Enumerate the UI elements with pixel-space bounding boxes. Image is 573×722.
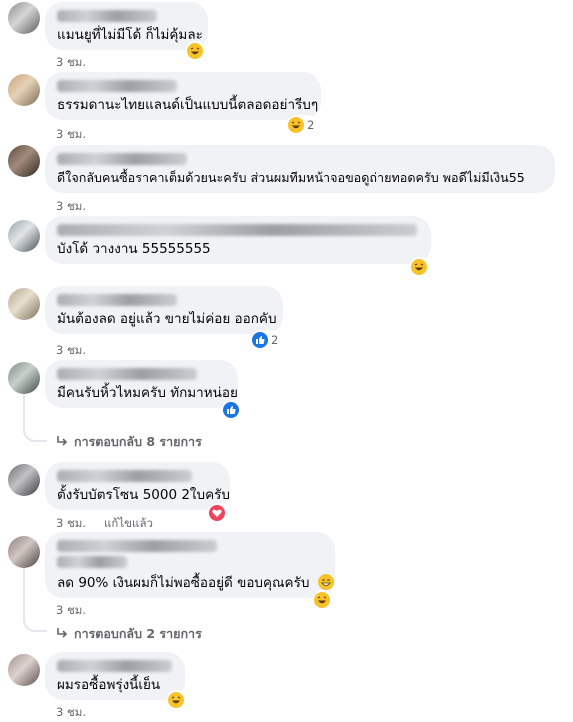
comment-8: ลด 90% เงินผมก็ไม่พอซื้ออยู่ดี ขอบคุณครั… bbox=[0, 530, 573, 648]
haha-icon bbox=[187, 43, 203, 59]
comment-bubble: บังโด้ วางงาน 55555555 bbox=[45, 216, 431, 264]
view-replies-link[interactable]: การตอบกลับ 8 รายการ bbox=[56, 432, 202, 452]
comment-text: ลด 90% เงินผมก็ไม่พอซื้ออยู่ดี ขอบคุณครั… bbox=[57, 574, 334, 592]
reaction-badge[interactable] bbox=[208, 503, 228, 523]
comment-6: มีคนรับหิ้วไหมครับ ทักมาหน่อย การตอบกลับ… bbox=[0, 358, 573, 458]
avatar[interactable] bbox=[8, 74, 40, 106]
commenter-name-blurred[interactable] bbox=[57, 294, 177, 306]
comment-text: มันต้องลด อยู่แล้ว ขายไม่ค่อย ออกคับ bbox=[57, 311, 277, 327]
comment-4: บังโด้ วางงาน 55555555 bbox=[0, 214, 573, 284]
reaction-badge[interactable] bbox=[222, 400, 242, 420]
avatar[interactable] bbox=[8, 145, 40, 177]
comment-time[interactable]: 3 ชม. bbox=[56, 602, 86, 620]
haha-icon bbox=[411, 259, 427, 275]
comment-bubble: ผมรอซื้อพรุ่งนี้เย็น bbox=[45, 652, 185, 700]
commenter-name-blurred[interactable] bbox=[57, 540, 217, 552]
comment-text: ดีใจกลับคนซื้อราคาเต็มด้วยนะครับ ส่วนผมท… bbox=[57, 170, 525, 185]
view-replies-label: การตอบกลับ 2 รายการ bbox=[74, 626, 202, 641]
edited-label[interactable]: แก้ไขแล้ว bbox=[104, 516, 153, 530]
avatar[interactable] bbox=[8, 220, 40, 252]
comment-3: ดีใจกลับคนซื้อราคาเต็มด้วยนะครับ ส่วนผมท… bbox=[0, 143, 573, 213]
comment-5: มันต้องลด อยู่แล้ว ขายไม่ค่อย ออกคับ 2 3… bbox=[0, 284, 573, 358]
commenter-name-blurred[interactable] bbox=[57, 470, 192, 482]
comment-bubble: ดีใจกลับคนซื้อราคาเต็มด้วยนะครับ ส่วนผมท… bbox=[45, 145, 555, 193]
commenter-name-blurred[interactable] bbox=[57, 224, 417, 236]
reply-arrow-icon bbox=[56, 627, 68, 642]
grinning-smile-icon bbox=[317, 574, 334, 590]
avatar[interactable] bbox=[8, 536, 40, 568]
reply-arrow-icon bbox=[56, 435, 68, 450]
commenter-name-blurred bbox=[57, 556, 127, 568]
reaction-count: 2 bbox=[271, 333, 279, 347]
reaction-badge[interactable]: 2 bbox=[287, 115, 318, 135]
comment-1: แมนยูที่ไม่มีโด้ ก็ไม่คุ้มละ 3 ชม. bbox=[0, 0, 573, 69]
comment-time[interactable]: 3 ชม. bbox=[56, 126, 86, 144]
comment-2: ธรรมดานะไทยแลนด์เป็นแบบนี้ตลอดอย่ารีบๆ 2… bbox=[0, 70, 573, 142]
comment-time[interactable]: 3 ชม. bbox=[56, 704, 86, 722]
avatar[interactable] bbox=[8, 2, 40, 34]
view-replies-link[interactable]: การตอบกลับ 2 รายการ bbox=[56, 624, 202, 644]
comment-text: บังโด้ วางงาน 55555555 bbox=[57, 241, 211, 257]
haha-icon bbox=[168, 692, 184, 708]
comment-text: ผมรอซื้อพรุ่งนี้เย็น bbox=[57, 677, 161, 693]
avatar[interactable] bbox=[8, 288, 40, 320]
avatar[interactable] bbox=[8, 362, 40, 394]
commenter-name-blurred[interactable] bbox=[57, 80, 177, 92]
comment-text: ตั้งรับบัตรโซน 5000 2ใบครับ bbox=[57, 487, 230, 503]
comment-time[interactable]: 3 ชม. bbox=[56, 516, 86, 530]
reaction-count: 2 bbox=[307, 118, 315, 132]
avatar[interactable] bbox=[8, 464, 40, 496]
commenter-name-blurred[interactable] bbox=[57, 153, 187, 165]
comment-7: ตั้งรับบัตรโซน 5000 2ใบครับ 3 ชม. แก้ไขแล… bbox=[0, 460, 573, 530]
comment-text: ธรรมดานะไทยแลนด์เป็นแบบนี้ตลอดอย่ารีบๆ bbox=[57, 97, 319, 113]
love-icon bbox=[209, 505, 225, 521]
reaction-badge[interactable] bbox=[167, 690, 187, 710]
commenter-name-blurred[interactable] bbox=[57, 660, 172, 672]
comment-bubble: มันต้องลด อยู่แล้ว ขายไม่ค่อย ออกคับ bbox=[45, 286, 283, 334]
commenter-name-blurred[interactable] bbox=[57, 368, 197, 380]
haha-icon bbox=[288, 117, 304, 133]
comment-text: มีคนรับหิ้วไหมครับ ทักมาหน่อย bbox=[57, 385, 238, 401]
comment-bubble: ธรรมดานะไทยแลนด์เป็นแบบนี้ตลอดอย่ารีบๆ bbox=[45, 72, 321, 120]
reaction-badge[interactable] bbox=[313, 590, 333, 610]
reaction-badge[interactable] bbox=[410, 257, 430, 277]
comment-bubble: ตั้งรับบัตรโซน 5000 2ใบครับ bbox=[45, 462, 230, 510]
avatar[interactable] bbox=[8, 654, 40, 686]
comment-bubble: แมนยูที่ไม่มีโด้ ก็ไม่คุ้มละ bbox=[45, 2, 208, 50]
reaction-badge[interactable] bbox=[186, 41, 206, 61]
view-replies-label: การตอบกลับ 8 รายการ bbox=[74, 434, 202, 449]
haha-icon bbox=[314, 592, 330, 608]
comment-bubble: มีคนรับหิ้วไหมครับ ทักมาหน่อย bbox=[45, 360, 238, 408]
comment-9: ผมรอซื้อพรุ่งนี้เย็น 3 ชม. bbox=[0, 650, 573, 719]
comment-text: แมนยูที่ไม่มีโด้ ก็ไม่คุ้มละ bbox=[57, 27, 203, 43]
like-icon bbox=[252, 332, 268, 348]
commenter-name-blurred[interactable] bbox=[57, 10, 157, 22]
like-icon bbox=[223, 402, 239, 418]
reaction-badge[interactable]: 2 bbox=[251, 330, 282, 350]
comment-bubble: ลด 90% เงินผมก็ไม่พอซื้ออยู่ดี ขอบคุณครั… bbox=[45, 532, 335, 598]
